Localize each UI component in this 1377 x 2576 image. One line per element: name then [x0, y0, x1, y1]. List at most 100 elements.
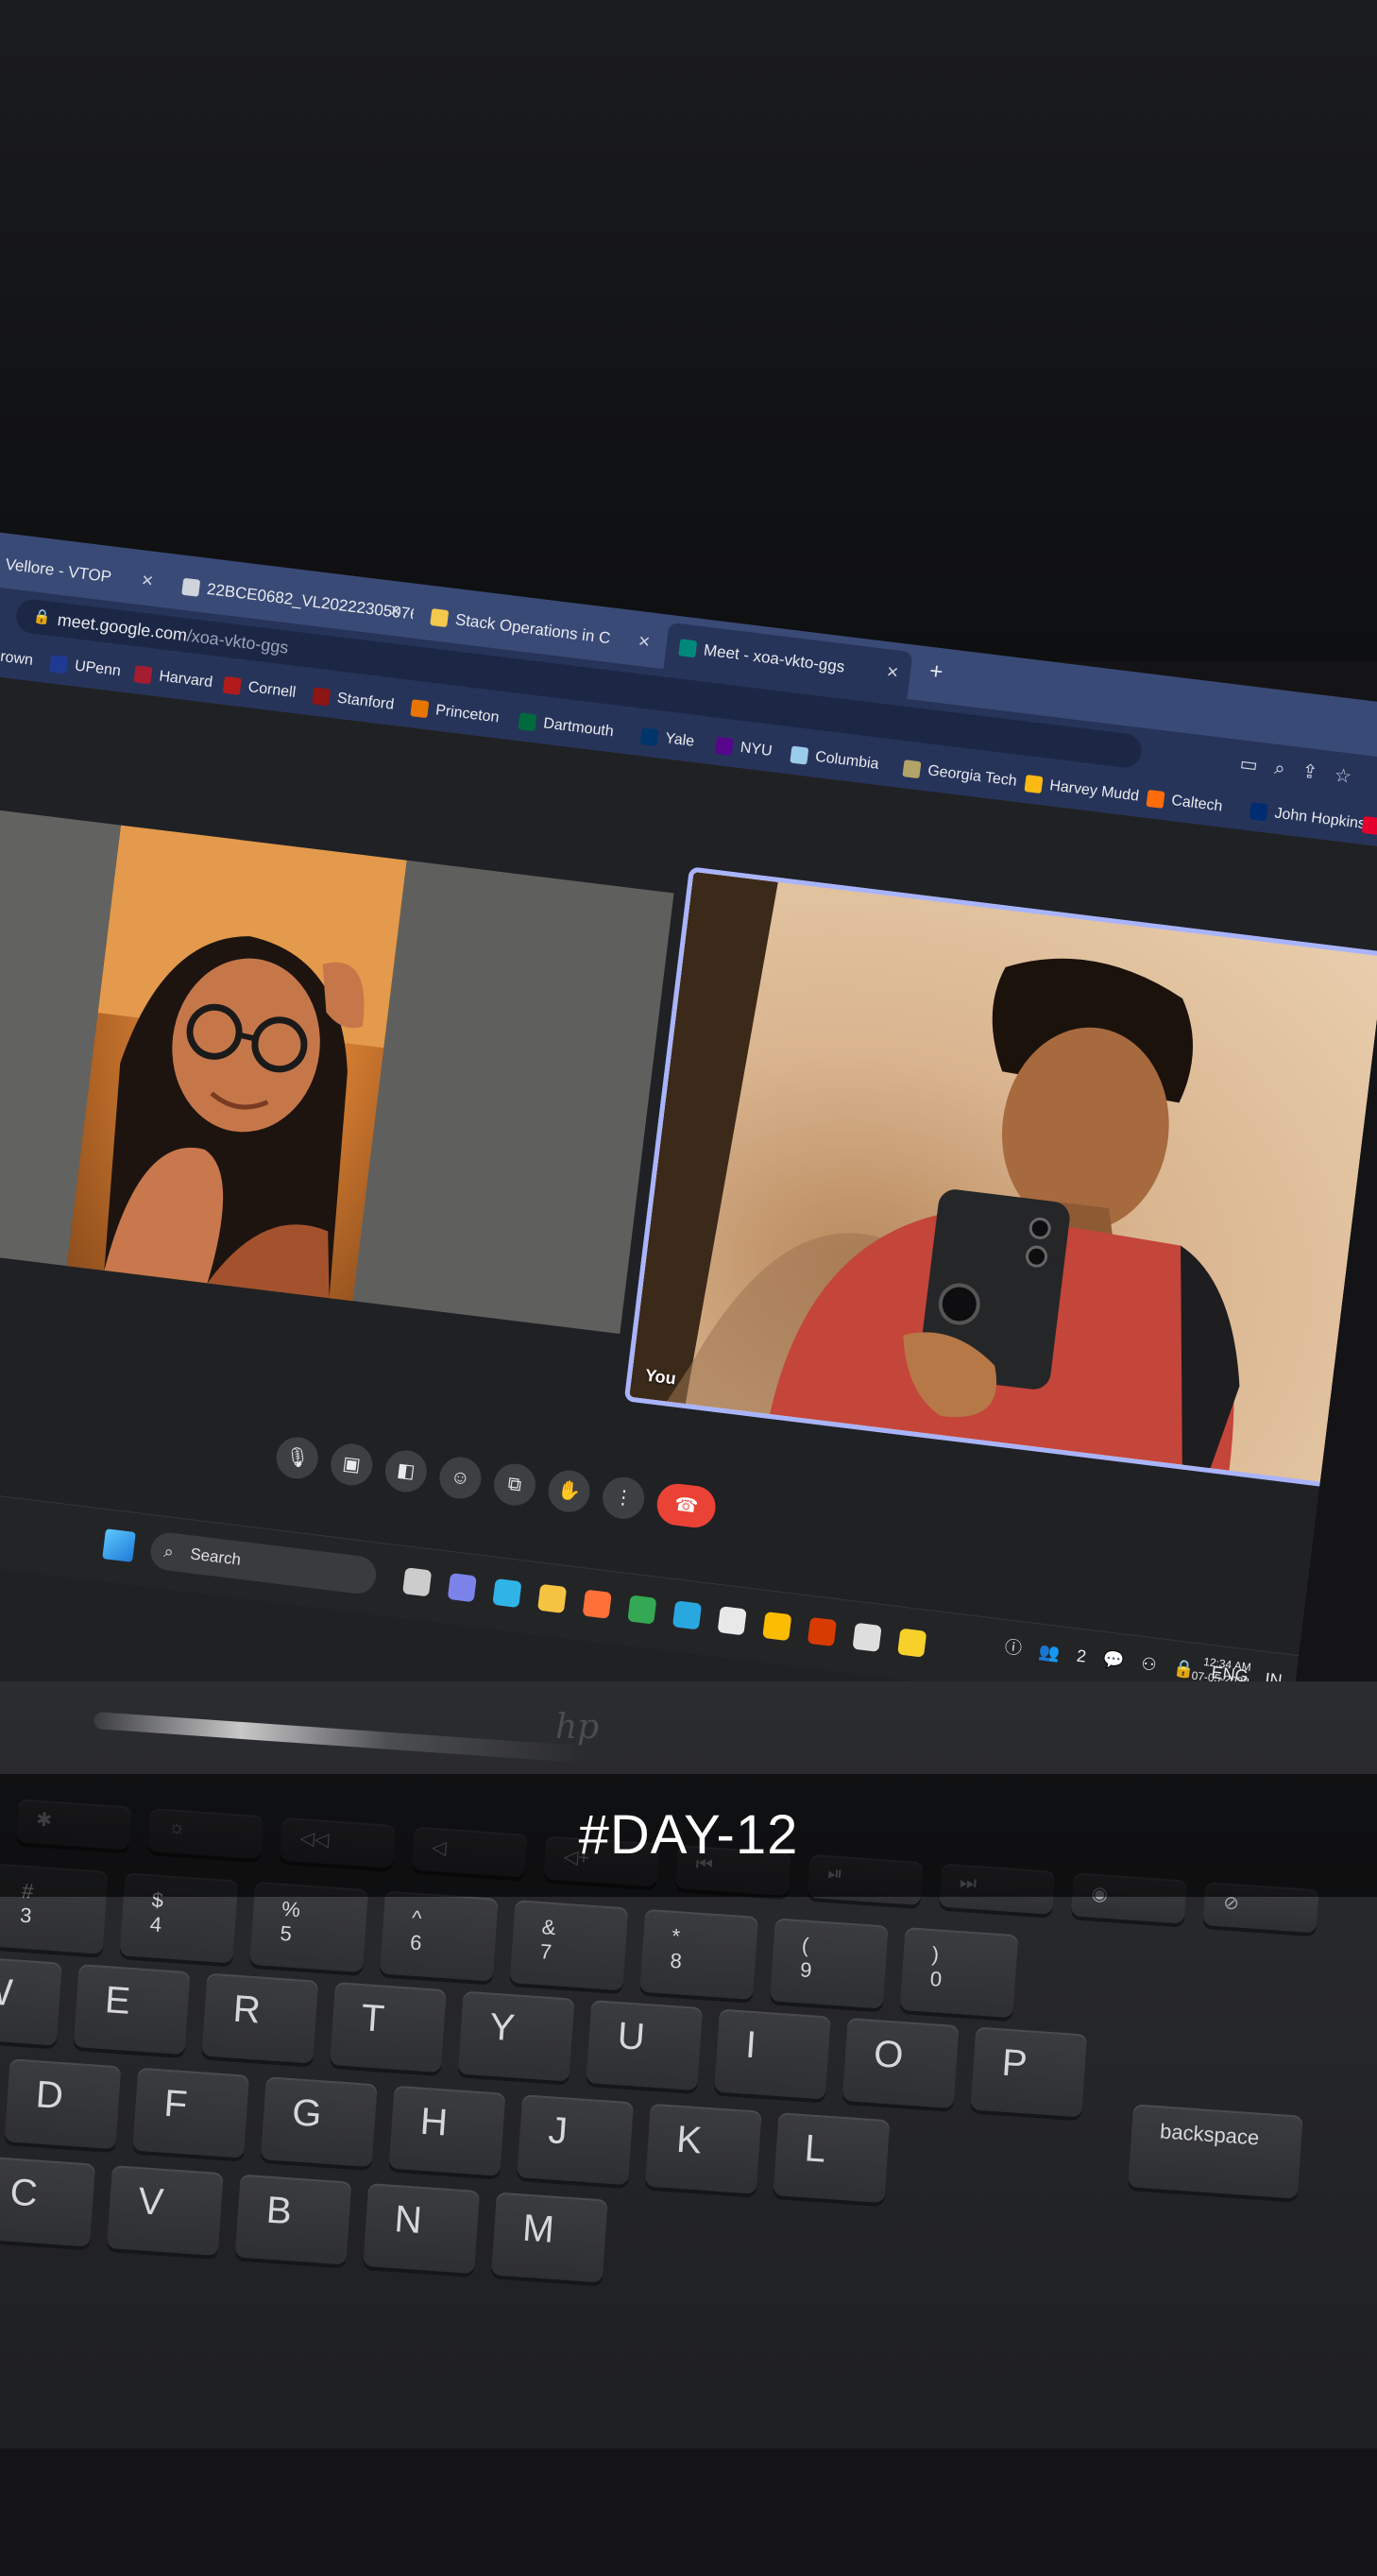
bookmark-label: Georgia Tech [926, 762, 1018, 790]
bookmark-label: John Hopkins [1273, 805, 1367, 833]
key[interactable]: Y [457, 1990, 575, 2082]
key[interactable]: ) 0 [899, 1927, 1019, 2019]
notepad-icon[interactable] [717, 1606, 747, 1636]
key[interactable]: N [363, 2183, 481, 2275]
people-icon[interactable]: 👥 [1038, 1642, 1062, 1664]
key[interactable]: U [586, 2000, 704, 2091]
bookmark-favicon-icon [518, 712, 537, 732]
cortana-icon[interactable] [672, 1600, 703, 1630]
bookmark-label: Caltech [1170, 793, 1224, 815]
file-explorer-icon[interactable] [536, 1583, 568, 1613]
key[interactable]: W [0, 1954, 62, 2046]
camera-icon[interactable]: ▣ [328, 1441, 375, 1488]
chat-bubble-icon[interactable]: 💬 [1102, 1649, 1126, 1672]
photo-scene: Vellore - VTOP ✕ 22BCE0682_VL20222305076… [0, 0, 1377, 2448]
snipping-icon[interactable] [852, 1622, 882, 1652]
bookmark-label: Dartmouth [542, 715, 615, 741]
taskbar-search[interactable]: ⌕ Search [148, 1530, 379, 1596]
bookmark-label: UPenn [74, 657, 122, 680]
document-favicon-icon [181, 577, 201, 597]
bookmark-label: Yale [664, 730, 696, 750]
bookmark-label: Harvey Mudd [1048, 777, 1140, 805]
backspace-key[interactable]: backspace [1128, 2104, 1303, 2199]
bookmark-item[interactable]: Yale [638, 716, 697, 762]
key[interactable]: E [73, 1964, 191, 2056]
more-icon[interactable]: ⋮ [600, 1475, 647, 1522]
key[interactable]: * 8 [639, 1908, 759, 2000]
participant-count: 2 [1075, 1646, 1088, 1666]
meet-controls: 🎙 ▣ ◧ ☺ ⧉ ✋ ⋮ ☎ [273, 1434, 719, 1530]
search-icon: ⌕ [162, 1541, 175, 1562]
present-icon[interactable]: ⧉ [491, 1461, 538, 1509]
self-label: You [643, 1365, 677, 1389]
chat-icon[interactable] [447, 1573, 477, 1603]
bookmark-star-icon[interactable]: ☆ [1334, 765, 1369, 790]
emoji-icon[interactable]: ☺ [436, 1455, 484, 1502]
key[interactable]: R [201, 1972, 319, 2064]
key[interactable]: D [4, 2058, 122, 2150]
self-photo [629, 871, 1240, 1471]
key[interactable]: M [490, 2192, 608, 2283]
activities-icon[interactable]: ⚇ [1140, 1654, 1157, 1676]
key[interactable]: I [714, 2008, 831, 2100]
info-icon[interactable]: ⓘ [1004, 1633, 1024, 1660]
bookmark-favicon-icon [1146, 789, 1165, 809]
bookmark-label: Stanford [336, 690, 396, 713]
google-drive-icon[interactable] [762, 1611, 792, 1642]
key[interactable]: C [0, 2156, 96, 2247]
bookmark-label: Columbia [814, 748, 880, 773]
meet-favicon-icon [678, 639, 698, 658]
new-tab-icon[interactable]: + [927, 658, 944, 686]
keyboard: ✱ ☼ ◁◁ ◁ ◁+ ⏮ ⏯ ⏭ ◉ ⊘ # 3$ 4% 5^ 6& 7* 8… [0, 1795, 1377, 2576]
url-host: meet.google.com [56, 609, 189, 645]
start-icon[interactable] [102, 1528, 136, 1562]
bookmark-favicon-icon [1024, 775, 1044, 794]
widgets-icon[interactable] [402, 1567, 433, 1597]
bookmark-item[interactable]: Brown [0, 633, 35, 680]
key[interactable]: B [234, 2174, 352, 2265]
notes-favicon-icon [430, 608, 450, 628]
bookmark-favicon-icon [410, 699, 430, 719]
lock-icon: 🔒 [32, 607, 52, 626]
bookmark-favicon-icon [1361, 815, 1377, 835]
raise-hand-icon[interactable]: ✋ [546, 1468, 593, 1515]
close-tab-icon[interactable]: ✕ [635, 619, 653, 667]
key[interactable]: T [330, 1982, 447, 2073]
key[interactable]: G [260, 2076, 378, 2168]
end-call-icon[interactable]: ☎ [654, 1481, 719, 1530]
key[interactable]: J [517, 2094, 635, 2186]
key[interactable]: K [644, 2103, 762, 2194]
office-icon[interactable] [807, 1616, 838, 1647]
key[interactable]: ( 9 [769, 1918, 889, 2009]
key[interactable]: ^ 6 [379, 1890, 499, 1982]
search-label: Search [189, 1544, 243, 1569]
mic-icon[interactable]: 🎙 [274, 1434, 321, 1481]
key[interactable]: V [106, 2165, 224, 2257]
bookmark-favicon-icon [902, 759, 922, 779]
close-tab-icon[interactable]: ✕ [883, 649, 901, 697]
key[interactable]: H [388, 2085, 506, 2176]
close-tab-icon[interactable]: ✕ [138, 557, 156, 606]
sticky-notes-icon[interactable] [897, 1628, 927, 1658]
bookmark-label: Cornell [246, 678, 298, 702]
bookmark-favicon-icon [790, 745, 809, 765]
bookmark-label: Princeton [434, 702, 501, 726]
browser-toolbar-icons: ▭⌕⇪☆ [1238, 752, 1369, 791]
share-icon[interactable]: ⇪ [1300, 761, 1335, 786]
key[interactable]: P [970, 2026, 1088, 2118]
key[interactable]: F [132, 2067, 250, 2158]
bookmark-label: Harvard [158, 668, 214, 691]
zoom-icon[interactable]: ⌕ [1273, 758, 1303, 781]
chrome-icon[interactable] [627, 1595, 657, 1625]
key[interactable]: O [842, 2017, 960, 2109]
bookmark-item[interactable]: NYU [713, 725, 774, 772]
edge-icon[interactable] [492, 1578, 522, 1609]
key[interactable]: & 7 [509, 1900, 629, 1991]
key[interactable]: L [773, 2112, 891, 2204]
captions-icon[interactable]: ◧ [382, 1447, 430, 1494]
backspace-label: backspace [1159, 2119, 1261, 2150]
bookmark-favicon-icon [222, 675, 242, 695]
firefox-icon[interactable] [582, 1589, 612, 1619]
camera-permission-icon[interactable]: ▭ [1239, 754, 1276, 778]
self-video [629, 871, 1377, 1485]
